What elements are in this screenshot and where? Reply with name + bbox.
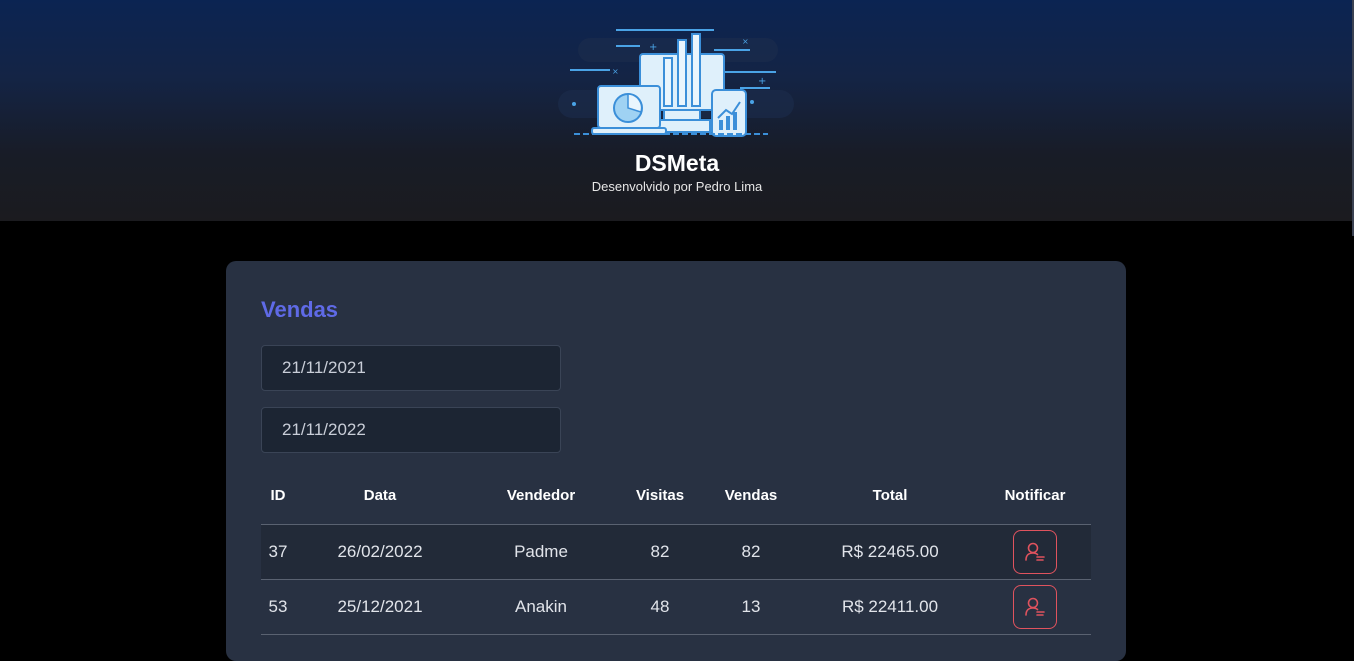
app-subtitle: Desenvolvido por Pedro Lima <box>591 179 763 194</box>
column-header-date: Data <box>363 487 397 504</box>
cell-visits: 82 <box>650 542 670 561</box>
svg-text:×: × <box>742 37 749 46</box>
column-header-id: ID <box>270 487 286 504</box>
max-date-input[interactable] <box>261 407 561 453</box>
dashboard-logo-icon: + + × × <box>558 29 794 137</box>
sales-title: Vendas <box>261 297 339 322</box>
table-row: 53 25/12/2021 Anakin 48 13 R$ 22411.00 <box>261 580 1091 635</box>
column-header-deals: Vendas <box>724 487 778 504</box>
sales-card: Vendas ID Data Vendedor Visitas Vendas T… <box>226 261 1126 661</box>
cell-id: 37 <box>268 542 288 561</box>
min-date-input[interactable] <box>261 345 561 391</box>
cell-date: 26/02/2022 <box>337 542 423 561</box>
column-header-notify: Notificar <box>1004 487 1066 504</box>
table-row: 37 26/02/2022 Padme 82 82 R$ 22465.00 <box>261 525 1091 580</box>
column-header-visits: Visitas <box>635 487 685 504</box>
notify-button[interactable] <box>1013 530 1057 574</box>
app-header: + + × × DSMeta Desenvolvido por Pedro Li… <box>0 0 1354 221</box>
svg-text:×: × <box>612 67 619 76</box>
cell-total: R$ 22465.00 <box>841 542 939 561</box>
column-header-total: Total <box>872 487 908 504</box>
svg-text:+: + <box>758 76 766 87</box>
user-notify-icon <box>1025 597 1045 616</box>
svg-text:+: + <box>649 42 657 53</box>
sales-table-header: ID Data Vendedor Visitas Vendas Total No… <box>261 482 1091 525</box>
cell-seller: Padme <box>514 542 568 561</box>
app-title: DSMeta <box>634 150 720 176</box>
column-header-seller: Vendedor <box>506 487 576 504</box>
notify-button[interactable] <box>1013 585 1057 629</box>
cell-deals: 82 <box>741 542 761 561</box>
user-notify-icon <box>1025 542 1045 561</box>
